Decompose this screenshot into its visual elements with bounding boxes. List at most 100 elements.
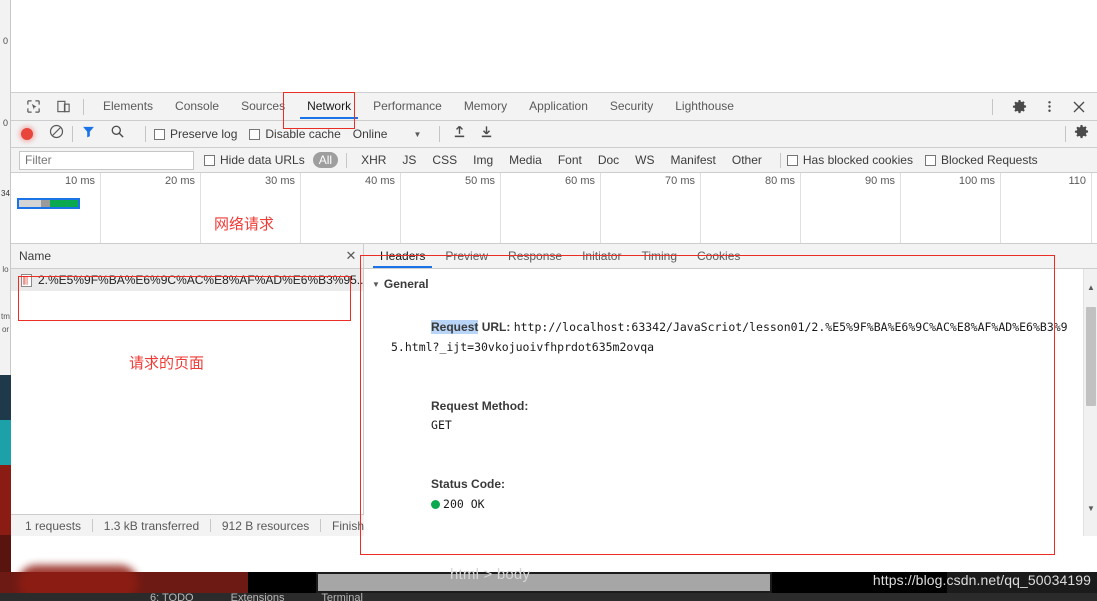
general-section-title: General [383,277,429,291]
bar-segment-wait [41,200,50,207]
tab-sources[interactable]: Sources [230,94,296,119]
hide-data-urls-checkbox[interactable]: Hide data URLs [204,153,311,167]
tab-memory[interactable]: Memory [453,94,518,119]
type-filter-manifest[interactable]: Manifest [665,152,722,168]
details-tab-preview[interactable]: Preview [435,245,498,268]
timeline-tick-90ms: 90 ms [865,175,895,187]
tabbar-divider-right [992,98,993,115]
blocked-requests-label: Blocked Requests [940,153,1038,167]
ide-todo-item[interactable]: 6: TODO [150,592,194,601]
status-transferred: 1.3 kB transferred [103,518,200,533]
status-code-value: 200 OK [443,496,485,511]
device-toolbar-icon[interactable] [51,96,75,118]
disable-cache-label: Disable cache [265,127,341,141]
details-tab-cookies[interactable]: Cookies [687,245,750,268]
disable-cache-checkbox[interactable]: Disable cache [249,127,352,141]
import-har-icon[interactable] [452,124,467,144]
ide-left-tab-1[interactable]: 0 [0,118,11,128]
type-filter-doc[interactable]: Doc [592,152,625,168]
ide-background-color-a [0,375,11,420]
hide-data-urls-box [204,154,215,166]
tab-security[interactable]: Security [599,94,664,119]
more-options-kebab-icon[interactable] [1037,96,1061,118]
scroll-down-arrow-icon[interactable]: ▼ [1084,502,1097,516]
throttling-select[interactable]: Online ▼ [353,127,422,141]
toolbar-divider-1 [72,126,73,142]
scroll-up-arrow-icon[interactable]: ▲ [1084,281,1097,295]
document-icon [21,273,32,287]
status-divider-2 [210,519,211,532]
request-url-key-highlight: Request [431,320,479,335]
filter-divider [346,152,348,168]
timeline-tick-40ms: 40 ms [365,175,395,187]
preserve-log-label: Preserve log [170,127,238,141]
general-section-header[interactable]: ▼ General [364,271,1097,299]
ide-left-text-lo: lo [2,265,9,274]
timeline-tick-50ms: 50 ms [465,175,495,187]
tab-console[interactable]: Console [164,94,230,119]
type-filter-js[interactable]: JS [396,152,422,168]
record-button-icon[interactable] [21,128,33,140]
details-tab-response[interactable]: Response [498,245,572,268]
scrollbar-thumb[interactable] [1086,307,1096,406]
details-scrollbar[interactable]: ▲ ▼ [1083,269,1097,536]
filter-funnel-icon[interactable] [81,124,96,144]
general-status-code: Status Code: 200 OK [364,455,1097,533]
timeline-tick-70ms: 70 ms [665,175,695,187]
hide-data-urls-label: Hide data URLs [220,153,305,167]
timeline-tick-110ms: 110 [1068,175,1086,187]
tabbar-actions [984,96,1097,118]
details-tab-initiator[interactable]: Initiator [572,245,631,268]
filter-input[interactable] [19,150,194,170]
type-filter-ws[interactable]: WS [629,152,660,168]
type-filter-css[interactable]: CSS [426,152,463,168]
annotation-requested-page: 请求的页面 [129,355,205,372]
csdn-watermark: https://blog.csdn.net/qq_50034199 [872,572,1091,588]
details-tab-timing[interactable]: Timing [631,245,687,268]
tab-elements[interactable]: Elements [92,94,164,119]
details-tab-headers[interactable]: Headers [370,245,435,268]
preserve-log-box [154,128,165,140]
request-method-key: Request Method: [431,398,529,413]
general-request-method: Request Method: GET [364,377,1097,455]
type-filter-other[interactable]: Other [726,152,768,168]
network-filterbar: Hide data URLs All XHR JS CSS Img Media … [11,148,1097,173]
tab-performance[interactable]: Performance [362,94,453,119]
has-blocked-cookies-checkbox[interactable]: Has blocked cookies [786,153,925,167]
settings-gear-icon[interactable] [1007,96,1031,118]
close-request-details-icon[interactable]: ✕ [339,248,363,264]
dom-breadcrumb: html > body [450,566,531,583]
chevron-down-icon: ▼ [413,129,422,139]
network-overview-timeline[interactable]: 10 ms 20 ms 30 ms 40 ms 50 ms 60 ms 70 m… [11,173,1097,244]
type-filter-img[interactable]: Img [467,152,499,168]
ide-left-text-or: or [1,325,10,334]
ide-terminal-item[interactable]: Terminal [321,592,363,601]
ide-editor-background [11,0,1097,92]
type-filter-media[interactable]: Media [503,152,548,168]
network-settings-gear-icon[interactable] [1074,124,1089,144]
ide-bottom-segment-1 [248,572,316,593]
request-name: 2.%E5%9F%BA%E6%9C%AC%E8%AF%AD%E6%B3%95..… [38,273,363,287]
chevron-down-icon: ▼ [372,280,380,289]
devtools-window: Elements Console Sources Network Perform… [11,92,1097,573]
inspect-element-icon[interactable] [21,96,45,118]
search-icon[interactable] [110,124,125,144]
type-filter-font[interactable]: Font [552,152,588,168]
export-har-icon[interactable] [479,124,494,144]
preserve-log-checkbox[interactable]: Preserve log [154,127,249,141]
bar-segment-download [50,200,78,207]
toolbar-divider-2 [145,126,146,142]
tab-application[interactable]: Application [518,94,599,119]
type-filter-xhr[interactable]: XHR [355,152,392,168]
type-filter-all[interactable]: All [312,152,339,168]
ide-left-tab-0[interactable]: 0 [0,36,11,46]
tab-network[interactable]: Network [296,94,362,119]
timeline-tick-60ms: 60 ms [565,175,595,187]
tab-lighthouse[interactable]: Lighthouse [664,94,745,119]
close-devtools-icon[interactable] [1067,96,1091,118]
table-row[interactable]: 2.%E5%9F%BA%E6%9C%AC%E8%AF%AD%E6%B3%95..… [11,269,363,291]
clear-network-icon[interactable] [49,124,64,144]
blocked-requests-checkbox[interactable]: Blocked Requests [924,153,1050,167]
ide-extensions-item[interactable]: Extensions [231,592,285,601]
column-header-name[interactable]: Name [11,249,339,263]
